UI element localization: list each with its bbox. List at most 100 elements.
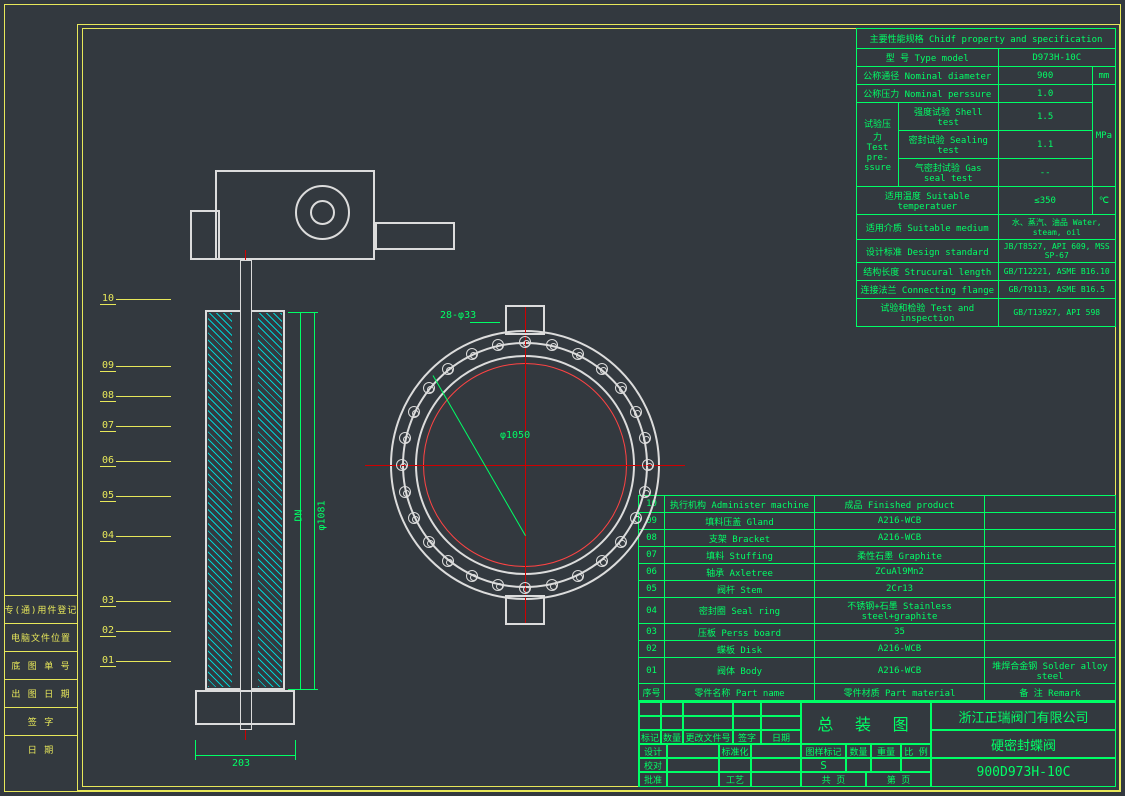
- callout-leader: [116, 461, 171, 462]
- gas-label: 气密封试验 Gas seal test: [899, 159, 999, 187]
- part-name: 轴承 Axletree: [665, 564, 815, 581]
- head-mat: 零件材质 Part material: [815, 684, 985, 701]
- stem: [240, 260, 252, 730]
- part-name: 阀体 Body: [665, 658, 815, 684]
- sig: 签字: [733, 730, 761, 744]
- product: 硬密封蝶阀: [931, 730, 1116, 758]
- part-rem: [985, 598, 1116, 624]
- dwgno: 900D973H-10C: [931, 758, 1116, 787]
- bolt-hole: [642, 459, 654, 471]
- dim-1081: φ1081: [317, 500, 328, 530]
- callout-num: 09: [100, 360, 116, 372]
- callout-01: 01: [100, 655, 171, 667]
- part-rem: [985, 564, 1116, 581]
- top-lug: [505, 305, 545, 335]
- part-num: 06: [639, 564, 665, 581]
- qty: 数量: [846, 744, 871, 758]
- callout-leader: [116, 536, 171, 537]
- part-rem: 堆焊合金钢 Solder alloy steel: [985, 658, 1116, 684]
- head-num: 序号: [639, 684, 665, 701]
- struct: GB/T12221, ASME B16.10: [998, 263, 1115, 281]
- design: 设计: [639, 744, 667, 758]
- shell: 1.5: [998, 103, 1092, 131]
- part-rem: [985, 513, 1116, 530]
- bolt-hole: [630, 406, 642, 418]
- drawing-area: DN φ1081 203 φ1050 28-φ33 10090807060504…: [100, 150, 630, 730]
- np: 1.0: [998, 85, 1092, 103]
- test: GB/T13927, API 598: [998, 299, 1115, 327]
- bolt-hole: [615, 536, 627, 548]
- bolt-hole: [639, 432, 651, 444]
- part-mat: A216-WCB: [815, 641, 985, 658]
- dim-dn: DN: [294, 509, 305, 521]
- design-label: 设计标准 Design standard: [857, 240, 999, 263]
- part-num: 08: [639, 530, 665, 547]
- part-mat: A216-WCB: [815, 658, 985, 684]
- part-name: 支架 Bracket: [665, 530, 815, 547]
- callout-leader: [116, 496, 171, 497]
- assy-title: 总 装 图: [801, 702, 931, 744]
- left-bom: 底 图 单 号: [4, 651, 78, 679]
- callout-06: 06: [100, 455, 171, 467]
- stdz: 标准化: [719, 744, 751, 758]
- nd-label: 公称通径 Nominal diameter: [857, 67, 999, 85]
- appr-l: 批准: [639, 772, 667, 787]
- part-mat: A216-WCB: [815, 530, 985, 547]
- callout-num: 10: [100, 293, 116, 305]
- nd: 900: [998, 67, 1092, 85]
- bolt-hole: [492, 339, 504, 351]
- actuator-shaft: [310, 200, 335, 225]
- callout-02: 02: [100, 625, 171, 637]
- bolt-hole: [423, 536, 435, 548]
- callout-03: 03: [100, 595, 171, 607]
- part-name: 压板 Perss board: [665, 624, 815, 641]
- part-mat: A216-WCB: [815, 513, 985, 530]
- callout-num: 05: [100, 490, 116, 502]
- callout-num: 01: [100, 655, 116, 667]
- callout-leader: [116, 426, 171, 427]
- rev: 更改文件号: [683, 730, 733, 744]
- bottom-lug: [505, 595, 545, 625]
- part-mat: ZCuAl9Mn2: [815, 564, 985, 581]
- s: S: [801, 758, 846, 772]
- hatch-right: [258, 313, 282, 687]
- scale: 比 例: [901, 744, 931, 758]
- callout-num: 08: [100, 390, 116, 402]
- part-num: 05: [639, 581, 665, 598]
- part-num: 04: [639, 598, 665, 624]
- callout-num: 03: [100, 595, 116, 607]
- callout-num: 04: [100, 530, 116, 542]
- left-approved: 专(通)用件登记: [4, 595, 78, 623]
- struct-label: 结构长度 Strucural length: [857, 263, 999, 281]
- type-model: D973H-10C: [998, 49, 1115, 67]
- bolt-hole: [492, 579, 504, 591]
- callout-10: 10: [100, 293, 171, 305]
- temp-label: 适用温度 Suitable temperatuer: [857, 187, 999, 215]
- part-mat: 2Cr13: [815, 581, 985, 598]
- part-rem: [985, 581, 1116, 598]
- callout-leader: [116, 366, 171, 367]
- nrow: 数量: [661, 730, 683, 744]
- part-name: 密封圈 Seal ring: [665, 598, 815, 624]
- part-mat: 35: [815, 624, 985, 641]
- check: 校对: [639, 758, 667, 772]
- left-date: 日 期: [4, 735, 78, 763]
- of: 第 页: [866, 772, 931, 787]
- callout-num: 02: [100, 625, 116, 637]
- part-name: 蝶板 Disk: [665, 641, 815, 658]
- bolt-hole: [596, 363, 608, 375]
- bolt-hole: [466, 570, 478, 582]
- temp: ≤350: [998, 187, 1092, 215]
- bolt-hole: [519, 582, 531, 594]
- test-label: 试验和检验 Test and inspection: [857, 299, 999, 327]
- part-name: 填料 Stuffing: [665, 547, 815, 564]
- seal: 1.1: [998, 131, 1092, 159]
- part-name: 填料压盖 Gland: [665, 513, 815, 530]
- part-num: 03: [639, 624, 665, 641]
- bolt-hole: [408, 406, 420, 418]
- mass: 重量: [871, 744, 901, 758]
- company: 浙江正瑞阀门有限公司: [931, 702, 1116, 730]
- craft: 工艺: [719, 772, 751, 787]
- callout-leader: [116, 601, 171, 602]
- front-centerline-h: [365, 465, 685, 466]
